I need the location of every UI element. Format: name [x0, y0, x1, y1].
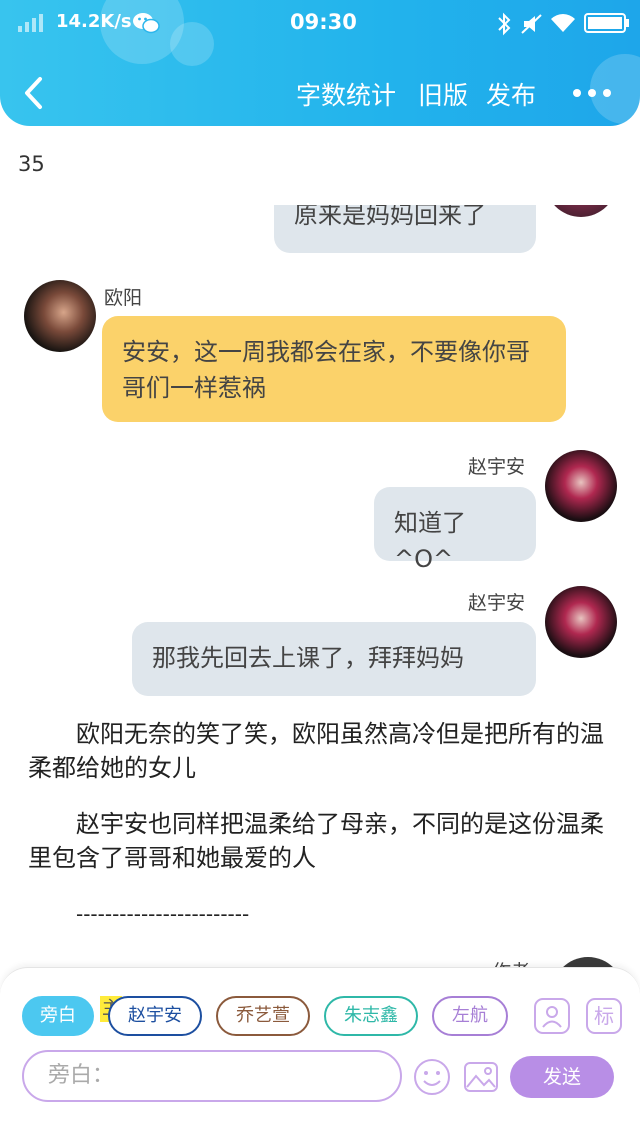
publish-button[interactable]: 发布 [486, 76, 536, 112]
message-text: 知道了^O^ [394, 509, 466, 573]
signal-icon [18, 14, 43, 32]
network-speed: 14.2K/s [56, 11, 132, 32]
sender-name: 作者 [492, 957, 530, 967]
battery-icon [584, 13, 629, 33]
message-text: 安安，这一周我都会在家，不要像你哥哥们一样惹祸 [122, 338, 530, 402]
word-count-button[interactable]: 字数统计 [296, 76, 396, 112]
message-text: 那我先回去上课了，拜拜妈妈 [152, 644, 464, 672]
role-chip-narrator[interactable]: 旁白 [22, 996, 94, 1036]
wifi-icon [551, 14, 575, 32]
bluetooth-icon [498, 12, 511, 36]
old-version-button[interactable]: 旧版 [418, 76, 468, 112]
tag-icon[interactable]: 标 [586, 998, 622, 1034]
wechat-icon [133, 13, 160, 34]
message-bubble: 原来是妈妈回来了 [274, 205, 536, 253]
role-chip-zhao-yuan[interactable]: 赵宇安 [108, 996, 202, 1036]
narration-paragraph: 赵宇安也同样把温柔给了母亲，不同的是这份温柔里包含了哥哥和她最爱的人 [28, 810, 604, 872]
status-bar: 14.2K/s 09:30 [0, 8, 640, 38]
back-arrow-icon[interactable] [22, 76, 46, 110]
status-icons [496, 12, 630, 36]
avatar[interactable] [552, 957, 624, 967]
role-chip-qiao-yixuan[interactable]: 乔艺萱 [216, 996, 310, 1036]
app-header: 14.2K/s 09:30 字数统计 旧版 发布 [0, 0, 640, 126]
message-bubble: 那我先回去上课了，拜拜妈妈 [132, 622, 536, 696]
nav-bar: 字数统计 旧版 发布 [0, 66, 640, 120]
sender-name: 赵宇安 [468, 592, 526, 614]
message-bubble: 安安，这一周我都会在家，不要像你哥哥们一样惹祸 [102, 316, 566, 422]
message-input[interactable]: 旁白： [22, 1050, 402, 1102]
send-button[interactable]: 发送 [510, 1056, 614, 1098]
avatar[interactable] [545, 586, 617, 658]
sender-name: 欧阳 [104, 287, 143, 309]
clock: 09:30 [290, 10, 357, 34]
emoji-icon[interactable] [413, 1058, 451, 1096]
role-chip-zhu-zhixin[interactable]: 朱志鑫 [324, 996, 418, 1036]
message-text: 原来是妈妈回来了 [294, 205, 486, 229]
narration-paragraph: 欧阳无奈的笑了笑，欧阳虽然高冷但是把所有的温柔都给她的女儿 [28, 720, 604, 782]
sender-name: 赵宇安 [468, 456, 526, 478]
role-chip-zuo-hang[interactable]: 左航 [432, 996, 508, 1036]
avatar[interactable] [545, 450, 617, 522]
message-bubble: 知道了^O^ [374, 487, 536, 573]
composer-panel: 旁白 主 赵宇安 乔艺萱 朱志鑫 左航 标 旁白： 发送 [0, 967, 640, 1138]
more-icon[interactable] [572, 88, 612, 98]
word-count-value: 35 [18, 152, 45, 176]
avatar[interactable] [545, 205, 617, 217]
add-role-icon[interactable] [534, 998, 570, 1034]
avatar[interactable] [24, 280, 96, 352]
image-icon[interactable] [462, 1058, 500, 1096]
chat-area[interactable]: 原来是妈妈回来了 欧阳 安安，这一周我都会在家，不要像你哥哥们一样惹祸 赵宇安 … [0, 205, 640, 967]
separator-line: ------------------------ [76, 902, 250, 926]
mute-icon [521, 14, 542, 34]
